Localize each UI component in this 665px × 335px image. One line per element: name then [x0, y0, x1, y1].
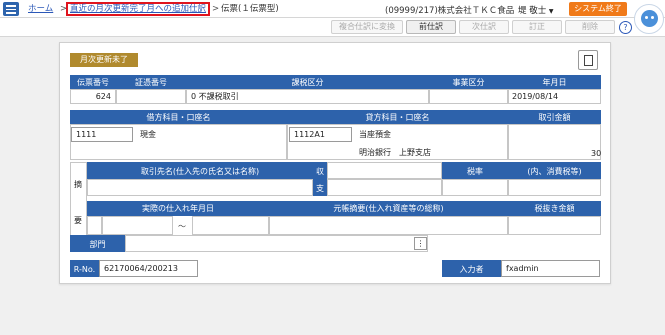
- net-amount-field[interactable]: [508, 216, 601, 235]
- toolbar: 複合仕訳に変換 前仕訳 次仕訳 訂正 削除 ?: [0, 18, 665, 37]
- receipt-header-2: 支: [313, 179, 327, 196]
- user-menu[interactable]: 堤 敬士 ▼: [518, 4, 554, 16]
- r-no-header: R-No.: [70, 260, 99, 277]
- purchase-date-prefix-field[interactable]: [87, 216, 102, 235]
- breadcrumb-additional-entry-link[interactable]: 直近の月次更新完了月への追加仕訳: [66, 2, 211, 16]
- tax-rate-field[interactable]: [442, 179, 508, 196]
- convert-compound-button[interactable]: 複合仕訳に変換: [331, 20, 403, 34]
- ledger-summary-header: 元帳摘要(仕入れ資産等の総称): [269, 201, 508, 216]
- company-name: (09999/217)株式会社ＴＫＣ食品: [385, 6, 515, 16]
- date-header: 年月日: [508, 75, 601, 89]
- amount-value: 30: [591, 149, 602, 158]
- credit-account-name: 当座預金: [359, 130, 391, 139]
- credit-sub-account: 明治銀行 上野支店: [359, 148, 431, 157]
- tekiyo-label-1: 摘: [74, 180, 82, 189]
- tax-class-header: 課税区分: [186, 75, 429, 89]
- menu-icon[interactable]: [3, 2, 19, 16]
- status-badge: 月次更新未了: [70, 53, 138, 67]
- page-title: 伝票(１伝票型): [221, 4, 279, 14]
- department-field[interactable]: [125, 235, 428, 252]
- tekiyo-label-2: 要: [74, 216, 82, 225]
- slip-no-field[interactable]: 624: [70, 89, 116, 104]
- breadcrumb-separator: >: [212, 4, 220, 14]
- debit-account-header: 借方科目・口座名: [70, 110, 287, 124]
- purchase-date-header: 実際の仕入れ年月日: [87, 201, 269, 216]
- memo-icon[interactable]: [578, 50, 598, 70]
- business-class-header: 事業区分: [429, 75, 508, 89]
- delete-button[interactable]: 削除: [565, 20, 615, 34]
- amount-header: 取引金額: [508, 110, 601, 124]
- date-range-tilde: ～: [178, 222, 186, 231]
- user-name: 堤 敬士: [518, 6, 547, 16]
- input-by-field[interactable]: fxadmin: [501, 260, 600, 277]
- counterparty-field[interactable]: [87, 179, 313, 196]
- net-amount-header: 税抜き金額: [508, 201, 601, 216]
- system-end-button[interactable]: システム終了: [569, 2, 627, 16]
- help-icon[interactable]: ?: [619, 21, 632, 34]
- next-entry-button[interactable]: 次仕訳: [459, 20, 509, 34]
- amount-field[interactable]: [508, 124, 601, 160]
- chevron-down-icon: ▼: [548, 8, 554, 15]
- tax-rate-header: 税率: [442, 162, 508, 179]
- debit-account-name: 現金: [140, 130, 156, 139]
- receipt-field[interactable]: [327, 179, 442, 196]
- tax-class-field[interactable]: 0 不課税取引: [186, 89, 429, 104]
- voucher-no-field[interactable]: [116, 89, 186, 104]
- counterparty-extra-field[interactable]: [327, 162, 442, 179]
- prev-entry-button[interactable]: 前仕訳: [406, 20, 456, 34]
- r-no-field[interactable]: 62170064/200213: [99, 260, 198, 277]
- date-field[interactable]: 2019/08/14: [508, 89, 601, 104]
- assistant-avatar-icon[interactable]: [634, 4, 664, 34]
- consumption-tax-field[interactable]: [508, 179, 601, 196]
- debit-code-field[interactable]: 1111: [71, 127, 133, 142]
- breadcrumb-home[interactable]: ホーム: [28, 4, 53, 14]
- correct-button[interactable]: 訂正: [512, 20, 562, 34]
- department-header: 部門: [70, 235, 125, 252]
- counterparty-header: 取引先名(仕入先の氏名又は名称): [87, 162, 313, 179]
- purchase-date-to-field[interactable]: [192, 216, 269, 235]
- consumption-tax-header: (内、消費税等): [508, 162, 601, 179]
- business-class-field[interactable]: [429, 89, 508, 104]
- slip-no-header: 伝票番号: [70, 75, 116, 89]
- voucher-no-header: 証憑番号: [116, 75, 186, 89]
- top-bar: ホーム > 直近の月次更新完了月への追加仕訳 > 伝票(１伝票型) (09999…: [0, 0, 665, 18]
- receipt-header-1: 収: [313, 162, 327, 179]
- ledger-summary-field[interactable]: [269, 216, 508, 235]
- purchase-date-from-field[interactable]: [102, 216, 173, 235]
- journal-slip-card: 月次更新未了 伝票番号 証憑番号 課税区分 事業区分 年月日 624 0 不課税…: [59, 42, 611, 284]
- department-menu-icon[interactable]: ⋮: [414, 237, 427, 250]
- credit-code-field[interactable]: 1112A1: [289, 127, 352, 142]
- credit-account-header: 貸方科目・口座名: [287, 110, 508, 124]
- input-by-header: 入力者: [442, 260, 501, 277]
